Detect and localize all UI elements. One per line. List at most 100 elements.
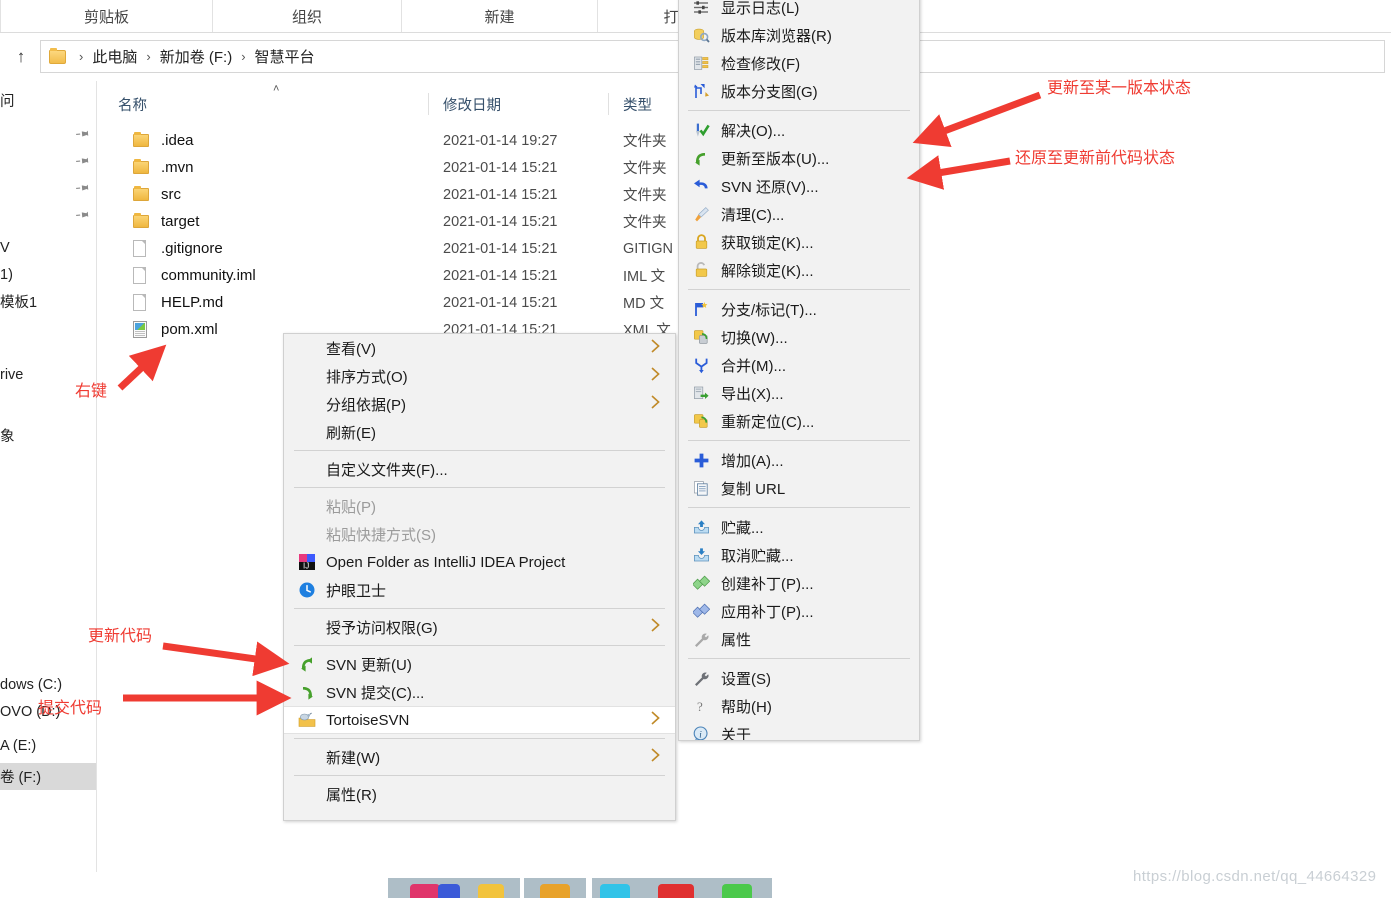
- context-menu-item[interactable]: 授予访问权限(G): [284, 613, 675, 641]
- tortoisesvn-menu-item[interactable]: ? 帮助(H): [679, 692, 919, 720]
- tortoisesvn-menu-item-label: 更新至版本(U)...: [721, 150, 830, 168]
- nav-pane-item[interactable]: 模板1: [0, 288, 96, 315]
- column-header-1[interactable]: 修改日期: [443, 92, 501, 122]
- context-menu-item[interactable]: SVN 提交(C)...: [284, 678, 675, 706]
- context-menu-item[interactable]: SVN 更新(U): [284, 650, 675, 678]
- nav-pane-item[interactable]: 象: [0, 422, 96, 449]
- context-menu-item[interactable]: TortoiseSVN: [284, 706, 675, 734]
- breadcrumb-item-2[interactable]: 智慧平台: [253, 46, 317, 67]
- nav-pane-item[interactable]: [0, 148, 96, 175]
- cleanup-icon: [689, 204, 713, 224]
- context-menu-item[interactable]: 分组依据(P): [284, 390, 675, 418]
- tortoisesvn-menu-item[interactable]: 解决(O)...: [679, 116, 919, 144]
- merge-icon: [689, 355, 713, 375]
- tortoisesvn-menu-item[interactable]: 解除锁定(K)...: [679, 256, 919, 284]
- tortoisesvn-menu-item[interactable]: 设置(S): [679, 664, 919, 692]
- navigation-pane: 问 V 1) 模板1 rive 象 dows (C:) OVO (D:) A (E:) 卷 (F:…: [0, 81, 97, 872]
- column-header-0[interactable]: 名称: [118, 92, 147, 122]
- tortoisesvn-menu-item[interactable]: 分支/标记(T)...: [679, 295, 919, 323]
- context-menu-item[interactable]: 属性(R): [284, 780, 675, 808]
- tortoisesvn-menu-item[interactable]: 增加(A)...: [679, 446, 919, 474]
- context-menu-item[interactable]: 查看(V): [284, 334, 675, 362]
- nav-pane-item[interactable]: [0, 315, 96, 342]
- tortoisesvn-menu-item[interactable]: 创建补丁(P)...: [679, 569, 919, 597]
- tortoisesvn-menu-item[interactable]: 检查修改(F): [679, 49, 919, 77]
- file-name-label: .gitignore: [161, 240, 223, 257]
- photos-icon[interactable]: [410, 884, 440, 898]
- nav-pane-item[interactable]: V: [0, 234, 96, 261]
- breadcrumb-item-1[interactable]: 新加卷 (F:): [158, 46, 235, 67]
- file-date-cell: 2021-01-14 15:21: [443, 294, 558, 311]
- tortoisesvn-menu-item-label: SVN 还原(V)...: [721, 178, 819, 196]
- tortoisesvn-menu-item[interactable]: 显示日志(L): [679, 0, 919, 21]
- watermark: https://blog.csdn.net/qq_44664329: [1133, 868, 1377, 885]
- breadcrumb-item-0[interactable]: 此电脑: [90, 46, 139, 67]
- context-menu-item[interactable]: 护眼卫士: [284, 576, 675, 604]
- tortoisesvn-menu-item[interactable]: 获取锁定(K)...: [679, 228, 919, 256]
- nav-pane-item-label: 卷 (F:): [0, 770, 42, 786]
- store-icon[interactable]: [438, 884, 460, 898]
- tortoisesvn-menu-item-label: 属性: [721, 631, 752, 649]
- edge-icon[interactable]: [600, 884, 630, 898]
- tortoisesvn-menu-item[interactable]: 切换(W)...: [679, 323, 919, 351]
- arrow-up-icon[interactable]: ↑: [8, 44, 34, 70]
- nav-pane-item[interactable]: 问: [0, 87, 96, 114]
- tortoisesvn-menu-item[interactable]: 贮藏...: [679, 513, 919, 541]
- nav-pane-item[interactable]: 1): [0, 261, 96, 288]
- folder-icon: [133, 213, 149, 228]
- tortoisesvn-menu-item[interactable]: 清理(C)...: [679, 200, 919, 228]
- file-name-label: pom.xml: [161, 321, 218, 338]
- export-icon: [689, 383, 713, 403]
- tortoisesvn-menu-item[interactable]: 版本库浏览器(R): [679, 21, 919, 49]
- relocate-icon: [689, 411, 713, 431]
- column-divider[interactable]: [608, 93, 609, 115]
- file-name-label: .idea: [161, 132, 194, 149]
- tortoisesvn-menu-item[interactable]: 合并(M)...: [679, 351, 919, 379]
- context-menu-item[interactable]: 排序方式(O): [284, 362, 675, 390]
- tortoisesvn-menu-item[interactable]: 更新至版本(U)...: [679, 144, 919, 172]
- apply-patch-icon: [689, 601, 713, 621]
- context-menu-item[interactable]: IJ Open Folder as IntelliJ IDEA Project: [284, 548, 675, 576]
- nav-pane-item[interactable]: A (E:): [0, 732, 96, 759]
- chevron-right-icon: [650, 339, 661, 358]
- tortoisesvn-menu-item[interactable]: 应用补丁(P)...: [679, 597, 919, 625]
- tortoisesvn-menu-item[interactable]: i 关于: [679, 720, 919, 740]
- nav-pane-item[interactable]: [0, 175, 96, 202]
- context-menu-item[interactable]: 自定义文件夹(F)...: [284, 455, 675, 483]
- column-divider[interactable]: [428, 93, 429, 115]
- pin-icon[interactable]: [72, 205, 92, 226]
- nav-pane-item[interactable]: 卷 (F:): [0, 763, 96, 790]
- folder-icon[interactable]: [478, 884, 504, 898]
- submenu-separator: [688, 658, 910, 659]
- tortoisesvn-menu-item[interactable]: 复制 URL: [679, 474, 919, 502]
- tortoisesvn-menu-item-label: 解除锁定(K)...: [721, 262, 814, 280]
- file-date-cell: 2021-01-14 19:27: [443, 132, 558, 149]
- submenu-separator: [688, 507, 910, 508]
- context-menu-item-label: 排序方式(O): [326, 368, 408, 386]
- screenshot-root: 剪贴板组织新建打开 ↑ › 此电脑 › 新加卷 (F:) › 智慧平台 问V1)…: [0, 0, 1391, 898]
- context-menu-item[interactable]: 刷新(E): [284, 418, 675, 446]
- tortoisesvn-menu-item[interactable]: 属性: [679, 625, 919, 653]
- help-icon: ?: [689, 696, 713, 716]
- annotation-update-code: 更新代码: [88, 628, 153, 645]
- pin-icon[interactable]: [72, 178, 92, 199]
- tortoisesvn-menu-item[interactable]: 取消贮藏...: [679, 541, 919, 569]
- video-icon[interactable]: [658, 884, 694, 898]
- file-name-label: HELP.md: [161, 294, 224, 311]
- tortoisesvn-menu-item[interactable]: 导出(X)...: [679, 379, 919, 407]
- column-header-2[interactable]: 类型: [623, 92, 652, 122]
- breadcrumb-separator: ›: [241, 49, 246, 64]
- explorer-icon[interactable]: [540, 884, 570, 898]
- tortoisesvn-menu-item[interactable]: 重新定位(C)...: [679, 407, 919, 435]
- nav-pane-item[interactable]: [0, 121, 96, 148]
- nav-pane-item[interactable]: [0, 202, 96, 229]
- pin-icon[interactable]: [72, 151, 92, 172]
- context-menu-item[interactable]: 新建(W): [284, 743, 675, 771]
- create-patch-icon: [689, 573, 713, 593]
- tortoisesvn-menu-item[interactable]: 版本分支图(G): [679, 77, 919, 105]
- tortoisesvn-menu-item-label: 贮藏...: [721, 519, 764, 537]
- tortoisesvn-menu-item[interactable]: SVN 还原(V)...: [679, 172, 919, 200]
- file-name-cell: .mvn: [133, 159, 194, 176]
- pin-icon[interactable]: [72, 124, 92, 145]
- green-app-icon[interactable]: [722, 884, 752, 898]
